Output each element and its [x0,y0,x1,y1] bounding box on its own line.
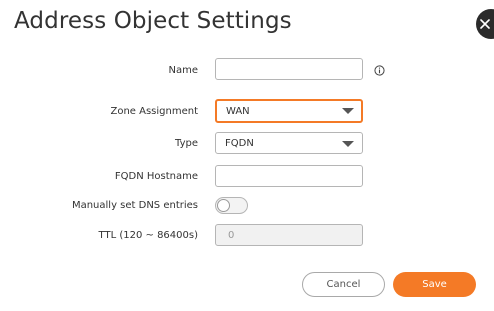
toggle-knob [217,199,230,212]
name-label: Name [168,65,198,76]
ttl-label: TTL (120 ~ 86400s) [98,230,198,241]
fqdn-hostname-label: FQDN Hostname [114,171,198,182]
ttl-input: 0 [215,224,363,246]
cancel-button[interactable]: Cancel [302,272,385,297]
zone-assignment-label: Zone Assignment [110,106,198,117]
name-input[interactable] [215,58,363,80]
chevron-down-icon [342,108,354,114]
ttl-placeholder: 0 [228,229,235,241]
type-label: Type [175,138,198,149]
close-button[interactable] [476,9,494,39]
manual-dns-label: Manually set DNS entries [71,200,198,211]
save-button[interactable]: Save [393,272,476,297]
info-icon[interactable] [374,65,385,76]
zone-assignment-select[interactable]: WAN [215,99,363,123]
dialog-title: Address Object Settings [14,8,292,34]
zone-assignment-value: WAN [226,105,250,117]
fqdn-hostname-input[interactable] [215,165,363,187]
address-object-dialog: Address Object Settings Name Zone Assign… [0,0,494,311]
type-value: FQDN [225,137,254,149]
close-icon [480,19,490,29]
chevron-down-icon [342,141,354,147]
manual-dns-toggle[interactable] [215,197,248,214]
type-select[interactable]: FQDN [215,132,363,154]
